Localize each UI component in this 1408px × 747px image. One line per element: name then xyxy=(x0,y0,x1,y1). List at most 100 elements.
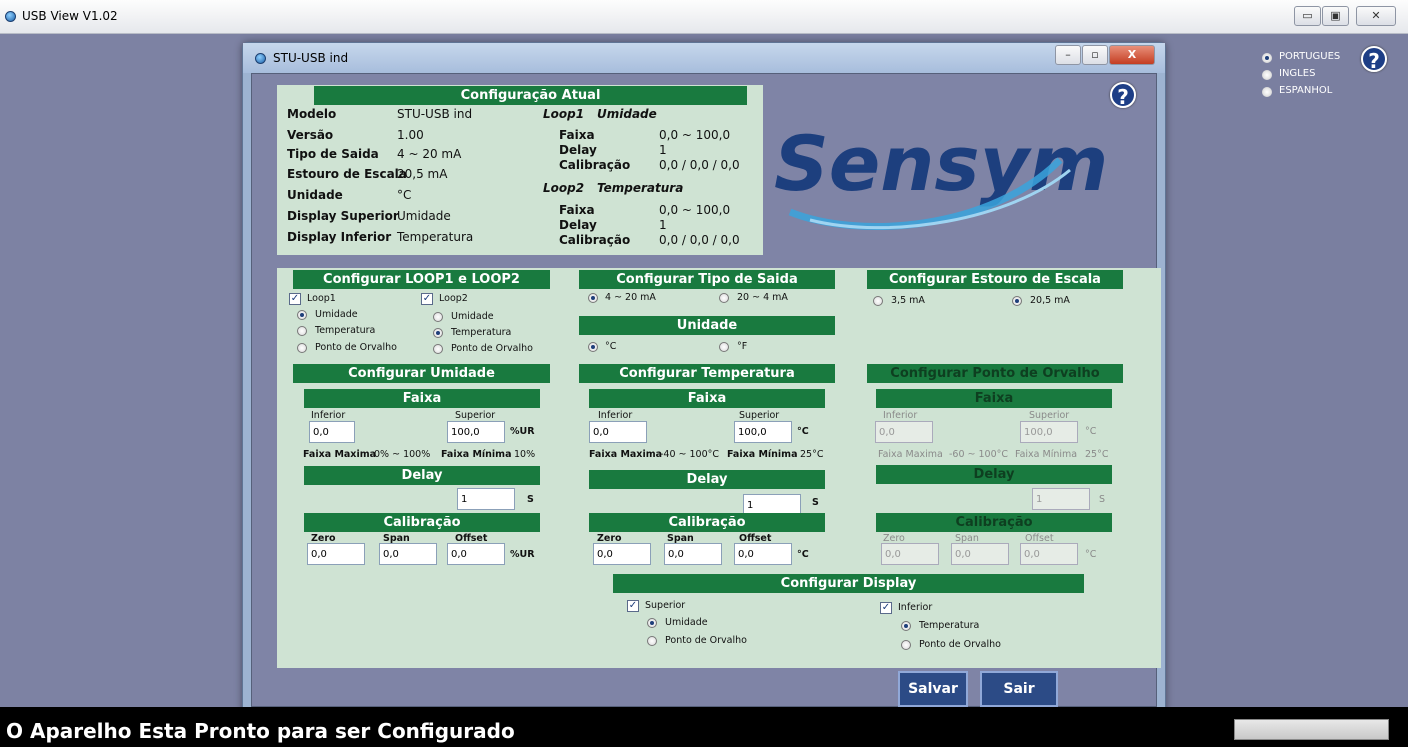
temperatura-unit: °C xyxy=(797,426,809,437)
umidade-calib-header: Calibração xyxy=(304,513,540,532)
temperatura-superior-label: Superior xyxy=(739,410,780,421)
orvalho-fmax-label: Faixa Maxima xyxy=(878,449,943,460)
orvalho-superior-input[interactable] xyxy=(1020,421,1078,443)
lang-pt-radio[interactable] xyxy=(1262,53,1272,63)
app-icon xyxy=(5,11,16,22)
unidade-label: Unidade xyxy=(287,188,343,202)
display-inf-orvalho-radio[interactable] xyxy=(901,640,911,650)
orvalho-fmax-value: -60 ~ 100°C xyxy=(949,449,1009,460)
display-sup-umidade-radio[interactable] xyxy=(647,618,657,628)
orvalho-config-header: Configurar Ponto de Orvalho xyxy=(867,364,1123,383)
window-help-icon[interactable]: ? xyxy=(1110,82,1136,109)
saida-20-4-radio[interactable] xyxy=(719,293,729,303)
temperatura-zero-input[interactable] xyxy=(593,543,651,565)
umidade-superior-input[interactable] xyxy=(447,421,505,443)
unidade-value: °C xyxy=(397,188,412,202)
loop1-checkbox[interactable]: ✓ xyxy=(289,293,301,305)
temperatura-span-input[interactable] xyxy=(664,543,722,565)
orvalho-inferior-input[interactable] xyxy=(875,421,933,443)
umidade-span-input[interactable] xyxy=(379,543,437,565)
lang-pt-label[interactable]: PORTUGUES xyxy=(1279,51,1340,62)
umidade-offset-input[interactable] xyxy=(447,543,505,565)
temperatura-fmax-value: -40 ~ 100°C xyxy=(660,449,720,460)
app-close-button[interactable]: ✕ xyxy=(1356,6,1396,26)
loop1-orvalho-label: Ponto de Orvalho xyxy=(315,342,397,353)
orvalho-delay-input[interactable] xyxy=(1032,488,1090,510)
orvalho-zero-input[interactable] xyxy=(881,543,939,565)
orvalho-offset-input[interactable] xyxy=(1020,543,1078,565)
app-minimize-button[interactable]: ▭ xyxy=(1294,6,1321,26)
display-superior-checkbox[interactable]: ✓ xyxy=(627,600,639,612)
loop2-calib-value: 0,0 / 0,0 / 0,0 xyxy=(659,233,740,247)
display-inf-temperatura-label: Temperatura xyxy=(919,620,980,631)
umidade-delay-header: Delay xyxy=(304,466,540,485)
orvalho-delay-header: Delay xyxy=(876,465,1112,484)
lang-en-label[interactable]: INGLES xyxy=(1279,68,1315,79)
save-button[interactable]: Salvar xyxy=(898,671,968,707)
status-text: O Aparelho Esta Pronto para ser Configur… xyxy=(6,719,515,743)
loop1-label: Loop1 xyxy=(543,107,585,121)
loop1-temperatura-radio[interactable] xyxy=(297,326,307,336)
temperatura-config-header: Configurar Temperatura xyxy=(579,364,835,383)
temperatura-inferior-label: Inferior xyxy=(598,410,633,421)
window-minimize-button[interactable]: – xyxy=(1055,45,1081,65)
lang-es-label[interactable]: ESPANHOL xyxy=(1279,85,1332,96)
temperatura-offset-input[interactable] xyxy=(734,543,792,565)
loop2-delay-label: Delay xyxy=(559,218,597,232)
orvalho-delay-unit: S xyxy=(1099,494,1106,505)
loop2-temperatura-radio[interactable] xyxy=(433,328,443,338)
loop1-umidade-label: Umidade xyxy=(315,309,358,320)
display-inferior-checkbox[interactable]: ✓ xyxy=(880,602,892,614)
loop1-value: Umidade xyxy=(597,107,657,121)
display-inf-temperatura-radio[interactable] xyxy=(901,621,911,631)
umidade-inferior-label: Inferior xyxy=(311,410,346,421)
temperatura-inferior-input[interactable] xyxy=(589,421,647,443)
umidade-fmin-value: 10% xyxy=(514,449,536,460)
lang-en-radio[interactable] xyxy=(1262,70,1272,80)
window-maximize-button[interactable]: ▫ xyxy=(1082,45,1108,65)
loop1-orvalho-radio[interactable] xyxy=(297,343,307,353)
exit-button[interactable]: Sair xyxy=(980,671,1058,707)
window-title-bar: STU-USB ind – ▫ X xyxy=(243,43,1165,73)
window-close-button[interactable]: X xyxy=(1109,45,1155,65)
unidade-c-radio[interactable] xyxy=(588,342,598,352)
umidade-zero-input[interactable] xyxy=(307,543,365,565)
loop2-orvalho-radio[interactable] xyxy=(433,344,443,354)
umidade-fmax-label: Faixa Maxima xyxy=(303,449,377,460)
temperatura-cal-unit: °C xyxy=(797,549,809,560)
unidade-f-radio[interactable] xyxy=(719,342,729,352)
loop2-orvalho-label: Ponto de Orvalho xyxy=(451,343,533,354)
app-maximize-button[interactable]: ▣ xyxy=(1322,6,1349,26)
loop1-check-label: Loop1 xyxy=(307,293,336,304)
temperatura-fmin-label: Faixa Mínima xyxy=(727,449,798,460)
loop2-checkbox[interactable]: ✓ xyxy=(421,293,433,305)
display-superior-label: Superior xyxy=(645,600,686,611)
loops-header: Configurar LOOP1 e LOOP2 xyxy=(293,270,550,289)
umidade-delay-input[interactable] xyxy=(457,488,515,510)
saida-20-4-label: 20 ~ 4 mA xyxy=(737,292,788,303)
app-title: USB View V1.02 xyxy=(22,9,118,23)
umidade-fmin-label: Faixa Mínima xyxy=(441,449,512,460)
orvalho-fmin-value: 25°C xyxy=(1085,449,1109,460)
umidade-inferior-input[interactable] xyxy=(309,421,355,443)
loop2-umidade-radio[interactable] xyxy=(433,312,443,322)
temperatura-superior-input[interactable] xyxy=(734,421,792,443)
orvalho-span-input[interactable] xyxy=(951,543,1009,565)
display-inf-orvalho-label: Ponto de Orvalho xyxy=(919,639,1001,650)
left-panel xyxy=(0,34,240,707)
estouro-20-5-label: 20,5 mA xyxy=(1030,295,1070,306)
display-sup-orvalho-radio[interactable] xyxy=(647,636,657,646)
orvalho-superior-label: Superior xyxy=(1029,410,1070,421)
estouro-value: 20,5 mA xyxy=(397,167,448,181)
status-progress-bar xyxy=(1234,719,1389,740)
lang-es-radio[interactable] xyxy=(1262,87,1272,97)
estouro-3-5-radio[interactable] xyxy=(873,296,883,306)
temperatura-delay-header: Delay xyxy=(589,470,825,489)
help-icon[interactable]: ? xyxy=(1361,46,1387,73)
display-sup-umidade-label: Umidade xyxy=(665,617,708,628)
saida-4-20-radio[interactable] xyxy=(588,293,598,303)
loop1-faixa-label: Faixa xyxy=(559,128,595,142)
estouro-20-5-radio[interactable] xyxy=(1012,296,1022,306)
loop1-umidade-radio[interactable] xyxy=(297,310,307,320)
orvalho-fmin-label: Faixa Mínima xyxy=(1015,449,1078,460)
